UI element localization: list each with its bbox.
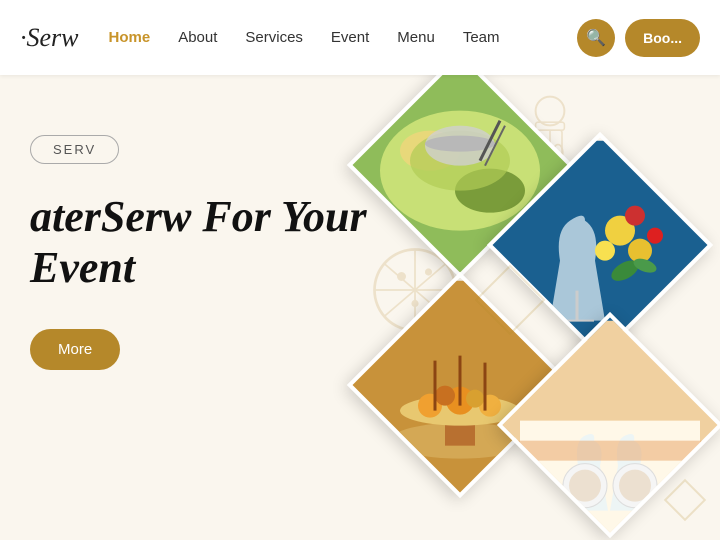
book-button[interactable]: Boo... bbox=[625, 19, 700, 57]
search-button[interactable]: 🔍 bbox=[577, 19, 615, 57]
more-button[interactable]: More bbox=[30, 329, 120, 370]
header-actions: 🔍 Boo... bbox=[577, 19, 700, 57]
header: ·Serw Home About Services Event Menu Tea… bbox=[0, 0, 720, 75]
hero-section: SERV aterSerw For Your Event More bbox=[0, 75, 720, 540]
nav-services[interactable]: Services bbox=[245, 29, 303, 46]
hero-title: aterSerw For Your Event bbox=[30, 192, 367, 293]
search-icon: 🔍 bbox=[586, 28, 606, 48]
serv-badge: SERV bbox=[30, 135, 119, 164]
logo: ·Serw bbox=[20, 23, 79, 53]
hero-text-block: SERV aterSerw For Your Event More bbox=[30, 135, 367, 370]
deco-square-2 bbox=[664, 479, 706, 521]
hero-title-line1: aterSerw For Your bbox=[30, 192, 367, 241]
hero-title-line2: Event bbox=[30, 243, 135, 292]
nav-about[interactable]: About bbox=[178, 29, 217, 46]
nav-team[interactable]: Team bbox=[463, 29, 500, 46]
main-nav: Home About Services Event Menu Team bbox=[109, 29, 578, 46]
nav-event[interactable]: Event bbox=[331, 29, 369, 46]
nav-menu[interactable]: Menu bbox=[397, 29, 435, 46]
image-collage bbox=[320, 75, 720, 540]
nav-home[interactable]: Home bbox=[109, 29, 151, 46]
